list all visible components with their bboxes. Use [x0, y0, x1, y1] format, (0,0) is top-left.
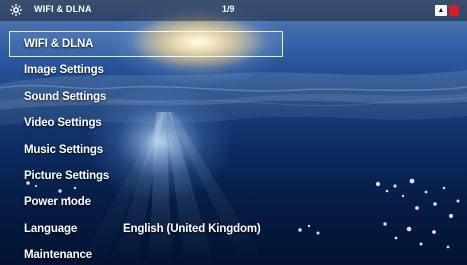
menu-item-language[interactable]: Language English (United Kingdom) [9, 216, 283, 242]
menu-item-label: Music Settings [24, 143, 104, 156]
top-status-bar: WIFI & DLNA 1/9 ▲ [0, 0, 467, 21]
gear-icon [10, 4, 22, 16]
menu-item-label: Picture Settings [24, 169, 110, 182]
settings-screen: WIFI & DLNA 1/9 ▲ WIFI & DLNA Image Sett… [0, 0, 467, 265]
menu-item-video-settings[interactable]: Video Settings [9, 110, 283, 136]
menu-item-picture-settings[interactable]: Picture Settings [9, 163, 283, 189]
menu-item-label: Power mode [24, 196, 91, 209]
page-indicator: 1/9 [222, 4, 235, 14]
menu-item-sound-settings[interactable]: Sound Settings [9, 84, 283, 110]
language-value: English (United Kingdom) [123, 222, 261, 235]
menu-item-label: Maintenance [24, 249, 93, 262]
menu-item-label: Video Settings [24, 117, 102, 130]
menu-item-maintenance[interactable]: Maintenance [9, 242, 283, 265]
menu-item-label: Language [24, 222, 78, 235]
settings-menu: WIFI & DLNA Image Settings Sound Setting… [9, 31, 283, 265]
menu-item-music-settings[interactable]: Music Settings [9, 137, 283, 163]
menu-item-wifi-dlna[interactable]: WIFI & DLNA [9, 31, 283, 58]
menu-item-power-mode[interactable]: Power mode [9, 189, 283, 215]
warning-triangle-icon: ▲ [435, 5, 447, 16]
warning-badge-icon: ▲ [435, 5, 459, 16]
menu-item-label: WIFI & DLNA [24, 38, 94, 50]
alert-status-icon [449, 5, 459, 16]
menu-item-label: Image Settings [24, 64, 104, 77]
page-title: WIFI & DLNA [34, 4, 92, 14]
menu-item-label: Sound Settings [24, 90, 107, 103]
menu-item-image-settings[interactable]: Image Settings [9, 57, 283, 83]
